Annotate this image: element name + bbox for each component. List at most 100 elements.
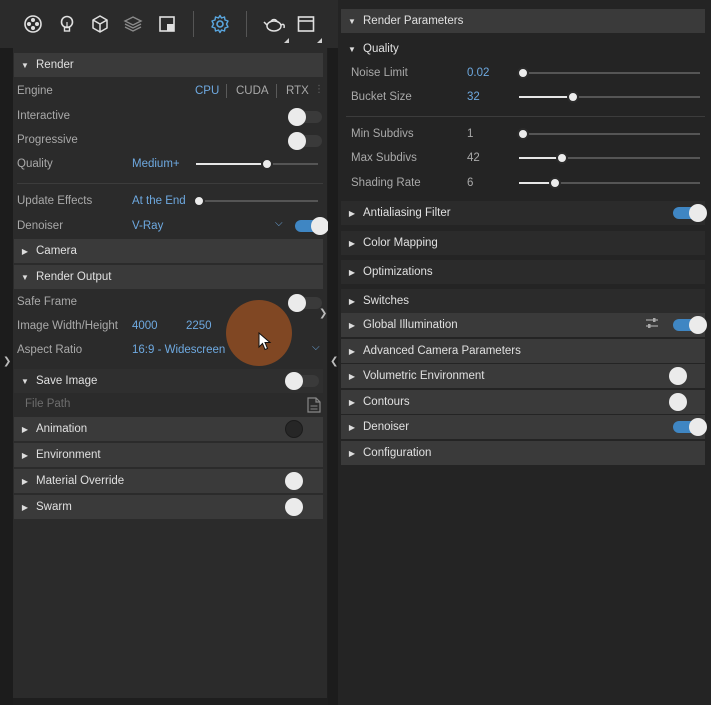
frame-buffer-window-icon[interactable]: [294, 12, 318, 36]
aspect-ratio-dropdown[interactable]: 16:9 - Widescreen: [132, 344, 225, 356]
min-subdivs-value[interactable]: 1: [467, 128, 473, 140]
bucket-size-value[interactable]: 32: [467, 91, 480, 103]
save-image-toggle[interactable]: [285, 372, 319, 390]
contours-section-header[interactable]: ▶ Contours: [341, 390, 705, 414]
more-options-icon[interactable]: ⋮: [314, 84, 324, 95]
progressive-label: Progressive: [17, 134, 78, 146]
denoiser-toggle[interactable]: [295, 217, 329, 235]
interactive-row: Interactive: [17, 105, 70, 127]
section-label: Environment: [36, 449, 101, 461]
update-effects-row: Update Effects: [17, 190, 92, 212]
volumetric-environment-section-header[interactable]: ▶ Volumetric Environment: [341, 364, 705, 388]
layers-icon[interactable]: [121, 12, 145, 36]
divider: [346, 116, 705, 117]
dropdown-corner-icon: [317, 38, 322, 43]
file-icon[interactable]: [307, 397, 321, 416]
frame-icon[interactable]: [155, 12, 179, 36]
expand-arrow-icon: ▶: [348, 320, 356, 330]
engine-cuda-option[interactable]: CUDA: [236, 85, 269, 97]
collapse-left-panel-arrow-icon[interactable]: ❯: [319, 308, 327, 319]
update-effects-label: Update Effects: [17, 195, 93, 207]
shading-rate-value[interactable]: 6: [467, 177, 473, 189]
render-parameters-section-header[interactable]: ▼ Render Parameters: [341, 9, 705, 33]
animation-section-header[interactable]: ▶ Animation: [14, 417, 323, 441]
safe-frame-toggle[interactable]: [288, 294, 322, 312]
quality-slider[interactable]: [196, 158, 318, 170]
material-override-toggle[interactable]: [285, 472, 319, 490]
image-width-input[interactable]: 4000: [132, 320, 158, 332]
update-effects-value[interactable]: At the End: [132, 195, 186, 207]
configuration-section-header[interactable]: ▶ Configuration: [341, 441, 705, 465]
swarm-toggle[interactable]: [285, 498, 319, 516]
environment-section-header[interactable]: ▶ Environment: [14, 443, 323, 467]
chevron-down-icon[interactable]: ⌵: [312, 342, 320, 353]
animation-toggle[interactable]: [285, 420, 319, 438]
optimizations-section-header[interactable]: ▶ Optimizations: [341, 260, 705, 284]
color-mapping-section-header[interactable]: ▶ Color Mapping: [341, 231, 705, 255]
panel-divider[interactable]: ❮: [328, 48, 338, 705]
expand-left-arrow-icon[interactable]: ❯: [3, 356, 11, 367]
bucket-size-row: Bucket Size: [351, 86, 412, 108]
toolbar: [0, 0, 338, 48]
shading-rate-slider[interactable]: [519, 177, 700, 189]
bucket-size-slider[interactable]: [519, 91, 700, 103]
save-image-section-header[interactable]: ▼ Save Image: [14, 369, 323, 393]
max-subdivs-slider[interactable]: [519, 152, 700, 164]
section-label: Denoiser: [363, 421, 410, 433]
divider: [17, 183, 323, 184]
render-elements-icon[interactable]: [21, 12, 45, 36]
advanced-camera-parameters-section-header[interactable]: ▶ Advanced Camera Parameters: [341, 339, 705, 363]
engine-separator: [226, 84, 227, 98]
denoiser-value[interactable]: V-Ray: [132, 220, 163, 232]
left-edge: ❯: [0, 48, 13, 705]
engine-separator: [276, 84, 277, 98]
camera-section-header[interactable]: ▶ Camera: [14, 239, 323, 263]
progressive-row: Progressive: [17, 129, 78, 151]
engine-rtx-option[interactable]: RTX: [286, 85, 309, 97]
denoiser-section-header[interactable]: ▶ Denoiser: [341, 415, 705, 439]
section-label: Quality: [363, 43, 399, 55]
progressive-toggle[interactable]: [288, 132, 322, 150]
sliders-adjust-icon[interactable]: [645, 317, 659, 332]
interactive-label: Interactive: [17, 110, 71, 122]
cube-icon[interactable]: [88, 12, 112, 36]
switches-section-header[interactable]: ▶ Switches: [341, 289, 705, 313]
max-subdivs-value[interactable]: 42: [467, 152, 480, 164]
file-path-label: File Path: [25, 398, 71, 410]
safe-frame-row: Safe Frame: [17, 291, 77, 313]
min-subdivs-label: Min Subdivs: [351, 128, 414, 140]
contours-toggle[interactable]: [669, 393, 703, 411]
aspect-ratio-row: Aspect Ratio: [17, 339, 82, 361]
chevron-down-icon[interactable]: ⌵: [275, 218, 283, 229]
quality-subsection-header[interactable]: ▼ Quality: [341, 37, 705, 61]
global-illumination-toggle[interactable]: [673, 316, 707, 334]
interactive-toggle[interactable]: [288, 108, 322, 126]
expand-arrow-icon: ▶: [21, 502, 29, 512]
noise-limit-value[interactable]: 0.02: [467, 67, 489, 79]
image-height-input[interactable]: 2250: [186, 320, 212, 332]
collapse-arrow-icon: ▼: [21, 272, 29, 282]
expand-arrow-icon: ▶: [348, 208, 356, 218]
section-label: Antialiasing Filter: [363, 207, 451, 219]
denoiser-render-toggle[interactable]: [673, 418, 707, 436]
noise-limit-slider[interactable]: [516, 67, 700, 79]
expand-arrow-icon: ▶: [348, 346, 356, 356]
teapot-render-icon[interactable]: [261, 12, 289, 36]
min-subdivs-slider[interactable]: [516, 128, 700, 140]
volumetric-environment-toggle[interactable]: [669, 367, 703, 385]
light-bulb-icon[interactable]: [55, 12, 79, 36]
quality-value[interactable]: Medium+: [132, 158, 180, 170]
render-output-section-header[interactable]: ▼ Render Output: [14, 265, 323, 289]
material-override-section-header[interactable]: ▶ Material Override: [14, 469, 323, 493]
engine-cpu-option[interactable]: CPU: [195, 85, 219, 97]
swarm-section-header[interactable]: ▶ Swarm: [14, 495, 323, 519]
antialiasing-filter-toggle[interactable]: [673, 204, 707, 222]
section-label: Configuration: [363, 447, 432, 459]
update-effects-slider[interactable]: [193, 195, 318, 207]
render-section-header[interactable]: ▼ Render: [14, 53, 323, 77]
expand-arrow-icon: ▶: [21, 246, 29, 256]
settings-gear-icon[interactable]: [208, 12, 232, 36]
section-label: Material Override: [36, 475, 125, 487]
shading-rate-row: Shading Rate: [351, 172, 421, 194]
antialiasing-filter-section-header[interactable]: ▶ Antialiasing Filter: [341, 201, 705, 225]
